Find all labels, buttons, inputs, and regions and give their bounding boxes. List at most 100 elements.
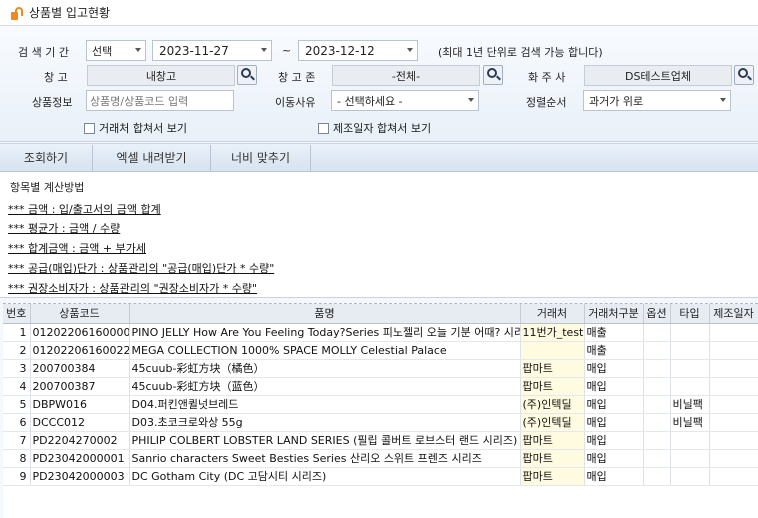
owner-search-button[interactable] <box>734 65 754 85</box>
table-cell: 8 <box>3 449 31 468</box>
table-cell: 매입 <box>584 359 644 378</box>
result-table: 번호 상품코드 품명 거래처 거래처구분 옵션 타입 제조일자 1 0120220… <box>3 304 758 486</box>
period-note: (최대 1년 단위로 검색 가능 합니다) <box>438 46 603 59</box>
column-header[interactable]: 타입 <box>670 304 710 324</box>
table-cell: 6 <box>3 413 31 432</box>
window-titlebar: 상품별 입고현황 <box>0 0 758 26</box>
table-cell: Sanrio characters Sweet Besties Series 산… <box>129 449 521 468</box>
column-header[interactable]: 번호 <box>3 304 31 324</box>
calculation-info: 항목별 계산방법 *** 금액 : 입/출고서의 금액 합계 *** 평균가 :… <box>0 172 758 298</box>
calc-rule-retail-price: *** 권장소비자가 : 상품관리의 "권장소비자가 * 수량" <box>8 282 258 295</box>
product-search-input[interactable]: 상품명/상품코드 입력 <box>86 90 234 111</box>
table-cell <box>643 359 671 378</box>
table-cell <box>670 449 710 468</box>
zone-search-button[interactable] <box>483 65 503 85</box>
table-row[interactable]: 8 PD23042000001 Sanrio characters Sweet Be… <box>3 449 758 468</box>
calc-rule-total: *** 합계금액 : 금액 + 부가세 <box>8 242 146 255</box>
table-row[interactable]: 2 012022061600220 MEGA COLLECTION 1000% SP… <box>3 341 758 360</box>
reason-select[interactable]: - 선택하세요 - <box>331 90 479 111</box>
search-button[interactable]: 조회하기 <box>0 144 93 171</box>
table-cell: 45cuub-彩虹方块（蓝色） <box>129 377 521 396</box>
mfgdate-combine-label: 제조일자 합쳐서 보기 <box>333 122 432 135</box>
table-cell: 9 <box>3 467 31 486</box>
search-panel: 검 색 기 간 선택 2023-11-27 ~ 2023-12-12 (최대 1… <box>0 26 758 142</box>
chevron-down-icon <box>468 98 474 102</box>
column-header[interactable]: 옵션 <box>643 304 671 324</box>
table-cell: 비닐팩 <box>670 413 710 432</box>
table-cell <box>709 377 758 396</box>
table-cell: 11번가_test <box>520 323 585 342</box>
date-to-value: 2023-12-12 <box>305 43 375 58</box>
zone-field: -전체- <box>332 65 480 86</box>
table-cell: 012022061600220 <box>30 341 130 360</box>
sort-label: 정렬순서 <box>526 96 567 109</box>
table-cell: PD2204270002 <box>30 431 130 450</box>
table-cell: 매입 <box>584 413 644 432</box>
column-header[interactable]: 거래처구분 <box>584 304 644 324</box>
table-cell: 매입 <box>584 431 644 450</box>
table-cell: 매입 <box>584 377 644 396</box>
table-header-row: 번호 상품코드 품명 거래처 거래처구분 옵션 타입 제조일자 <box>3 304 758 324</box>
checkbox-box <box>84 122 95 134</box>
table-cell: 3 <box>3 359 31 378</box>
table-cell <box>709 395 758 414</box>
table-cell: 팝마트 <box>520 377 585 396</box>
table-cell <box>709 449 758 468</box>
table-cell: 팝마트 <box>520 467 585 486</box>
sort-select[interactable]: 과거가 위로 <box>583 90 731 111</box>
column-header[interactable]: 품명 <box>129 304 521 324</box>
table-cell <box>709 359 758 378</box>
table-cell: 매입 <box>584 395 644 414</box>
period-label: 검 색 기 간 <box>18 46 69 59</box>
warehouse-label: 창 고 <box>44 71 68 84</box>
table-cell: 200700387 <box>30 377 130 396</box>
table-row[interactable]: 6 DCCC012 D03.초코크로와상 55g (주)인텍딜 매입 비닐팩 <box>3 413 758 432</box>
table-row[interactable]: 7 PD2204270002 PHILIP COLBERT LOBSTER LAND… <box>3 431 758 450</box>
table-row[interactable]: 1 012022061600006 PINO JELLY How Are You F… <box>3 323 758 342</box>
column-header[interactable]: 상품코드 <box>30 304 130 324</box>
table-cell <box>709 431 758 450</box>
date-to-picker[interactable]: 2023-12-12 <box>298 40 418 61</box>
table-body: 1 012022061600006 PINO JELLY How Are You F… <box>3 323 758 486</box>
table-cell: 012022061600006 <box>30 323 130 342</box>
product-label: 상품정보 <box>32 96 73 109</box>
table-cell: 비닐팩 <box>670 395 710 414</box>
warehouse-search-button[interactable] <box>237 65 257 85</box>
result-grid: 번호 상품코드 품명 거래처 거래처구분 옵션 타입 제조일자 1 0120220… <box>3 303 758 518</box>
window-title: 상품별 입고현황 <box>29 6 111 20</box>
excel-download-button[interactable]: 엑셀 내려받기 <box>93 144 211 171</box>
table-cell <box>709 467 758 486</box>
table-cell: DCCC012 <box>30 413 130 432</box>
table-cell: MEGA COLLECTION 1000% SPACE MOLLY Celest… <box>129 341 521 360</box>
chevron-down-icon <box>261 48 267 52</box>
table-cell: 매출 <box>584 323 644 342</box>
column-header[interactable]: 제조일자 <box>709 304 758 324</box>
table-row[interactable]: 5 DBPW016 D04.퍼킨앤퀼넛브레드 (주)인텍딜 매입 비닐팩 <box>3 395 758 414</box>
fit-width-button[interactable]: 너비 맞추기 <box>211 144 311 171</box>
table-cell <box>670 359 710 378</box>
table-cell: D03.초코크로와상 55g <box>129 413 521 432</box>
action-toolbar: 조회하기 엑셀 내려받기 너비 맞추기 <box>0 143 758 172</box>
table-cell: 팝마트 <box>520 431 585 450</box>
table-cell: PD23042000001 <box>30 449 130 468</box>
table-cell <box>643 323 671 342</box>
table-cell <box>643 377 671 396</box>
table-row[interactable]: 9 PD23042000003 DC Gotham City (DC 고담시티 시리… <box>3 467 758 486</box>
table-cell <box>643 449 671 468</box>
vendor-combine-label: 거래처 합쳐서 보기 <box>99 122 187 135</box>
table-cell <box>643 395 671 414</box>
table-cell <box>670 377 710 396</box>
period-select[interactable]: 선택 <box>86 40 146 61</box>
table-cell: 2 <box>3 341 31 360</box>
date-from-picker[interactable]: 2023-11-27 <box>152 40 272 61</box>
mfgdate-combine-checkbox[interactable]: 제조일자 합쳐서 보기 <box>318 120 431 136</box>
column-header[interactable]: 거래처 <box>520 304 585 324</box>
date-separator: ~ <box>282 44 292 57</box>
chevron-down-icon <box>135 48 141 52</box>
table-cell <box>520 341 585 360</box>
table-row[interactable]: 3 200700384 45cuub-彩虹方块（橘色） 팝마트 매입 <box>3 359 758 378</box>
vendor-combine-checkbox[interactable]: 거래처 합쳐서 보기 <box>84 120 187 136</box>
table-cell <box>670 341 710 360</box>
table-cell <box>670 323 710 342</box>
table-row[interactable]: 4 200700387 45cuub-彩虹方块（蓝色） 팝마트 매입 <box>3 377 758 396</box>
